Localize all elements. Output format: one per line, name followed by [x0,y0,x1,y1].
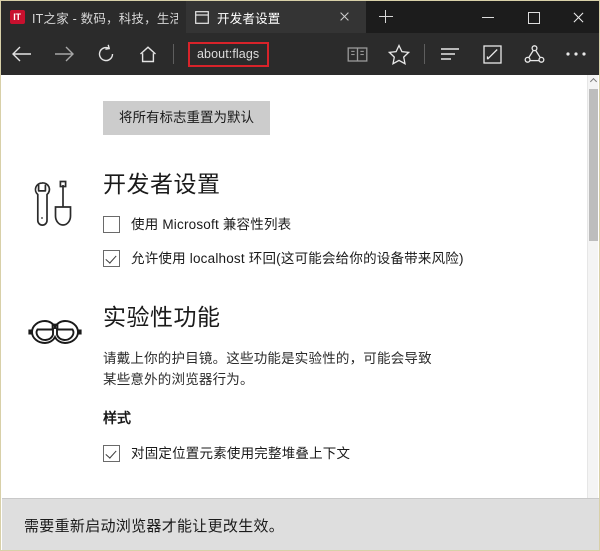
goggles-icon [24,308,86,370]
checkbox-checked-icon[interactable] [103,445,120,462]
close-tab-icon[interactable] [330,2,358,32]
wrench-screwdriver-icon [24,175,86,237]
checkbox-row-localhost-loopback[interactable]: 允许使用 localhost 环回(这可能会给你的设备带来风险) [103,249,589,268]
subsection-heading-styles: 样式 [103,410,131,426]
ellipsis-icon[interactable] [555,33,597,75]
scrollbar-thumb[interactable] [589,89,598,241]
web-note-icon[interactable] [471,33,513,75]
tab-title: 开发者设置 [217,11,281,26]
checkbox-label: 使用 Microsoft 兼容性列表 [131,217,292,232]
it-favicon-label: IT [9,10,25,24]
home-icon[interactable] [127,33,169,75]
reset-button-container: 将所有标志重置为默认 [2,75,589,135]
checkbox-label: 对固定位置元素使用完整堆叠上下文 [131,446,351,461]
minimize-icon[interactable] [466,1,511,33]
maximize-icon[interactable] [511,1,556,33]
hub-icon[interactable] [429,33,471,75]
checkbox-checked-icon[interactable] [103,250,120,267]
share-icon[interactable] [513,33,555,75]
address-bar[interactable]: about:flags [178,33,336,75]
checkbox-row-ms-compat-list[interactable]: 使用 Microsoft 兼容性列表 [103,215,589,234]
tab-developer-settings[interactable]: 开发者设置 [186,1,366,33]
close-window-icon[interactable] [556,1,599,33]
scroll-up-icon[interactable] [588,75,598,87]
refresh-icon[interactable] [85,33,127,75]
book-icon[interactable] [336,33,378,75]
tab-it-home[interactable]: IT IT之家 - 数码，科技，生活· [1,1,186,33]
back-arrow-icon[interactable] [1,33,43,75]
it-favicon: IT [9,9,25,25]
checkbox-unchecked-icon[interactable] [103,216,120,233]
toolbar-right-buttons [336,33,597,75]
new-tab-button[interactable] [366,1,406,33]
notification-message: 需要重新启动浏览器才能让更改生效。 [24,517,285,535]
checkbox-label: 允许使用 localhost 环回(这可能会给你的设备带来风险) [131,251,464,266]
restart-notification-bar: 需要重新启动浏览器才能让更改生效。 [2,498,599,550]
toolbar-divider-2 [424,44,425,64]
toolbar-divider [173,44,174,64]
tab-strip: IT IT之家 - 数码，科技，生活· 开发者设置 [1,1,599,33]
checkbox-row-fixed-position-stacking[interactable]: 对固定位置元素使用完整堆叠上下文 [103,444,589,463]
star-icon[interactable] [378,33,420,75]
vertical-scrollbar[interactable] [587,75,598,498]
reset-all-flags-button[interactable]: 将所有标志重置为默认 [103,101,270,135]
experimental-features-section: 实验性功能 请戴上你的护目镜。这些功能是实验性的，可能会导致某些意外的浏览器行为… [2,302,589,463]
page-icon [194,9,210,25]
developer-settings-section: 开发者设置 使用 Microsoft 兼容性列表 允许使用 localhost … [2,169,589,268]
browser-window: IT IT之家 - 数码，科技，生活· 开发者设置 about:flags 将所… [0,0,600,551]
page-content: 将所有标志重置为默认 开发者设置 使用 Microsoft 兼容性列表 允许使用… [2,75,589,498]
section-heading: 实验性功能 [103,304,221,330]
address-input[interactable]: about:flags [188,41,270,67]
forward-arrow-icon[interactable] [43,33,85,75]
section-description: 请戴上你的护目镜。这些功能是实验性的，可能会导致某些意外的浏览器行为。 [103,351,432,387]
window-controls [466,1,599,33]
browser-toolbar: about:flags [1,33,599,75]
tab-title: IT之家 - 数码，科技，生活· [32,11,178,26]
page-title: 开发者设置 [103,171,221,197]
